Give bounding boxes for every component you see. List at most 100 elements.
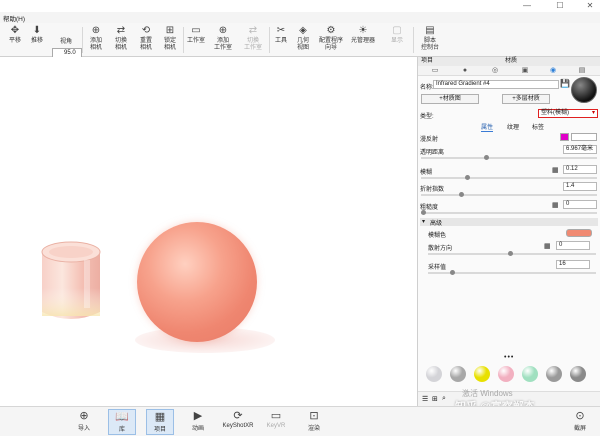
to-library-button[interactable]: +材质图 [421,94,479,104]
keyvr-button[interactable]: ▭ KeyVR [262,409,290,435]
material-ball[interactable] [546,366,562,382]
settings-tab-icon[interactable]: ◉ [546,67,560,75]
environment-tab-icon[interactable]: ◎ [488,67,502,75]
reset-camera-icon: ⟲ [141,25,151,36]
dolly-icon: ⬇ [32,25,42,36]
slider-knob[interactable] [484,155,489,160]
diffuse-texture-slot[interactable] [571,133,597,141]
tools-button[interactable]: ✂ 工具 [272,24,290,56]
material-type-select[interactable]: 塑料(模糊) ▾ [538,109,598,118]
studio-button[interactable]: ▭ 工作室 [185,24,207,56]
reset-camera-button[interactable]: ⟲ 重置 相机 [135,24,157,56]
add-camera-button[interactable]: ⊕ 添加 相机 [85,24,107,56]
ior-slider[interactable] [421,192,597,197]
light-manager-button[interactable]: ☀ 光管理器 [348,24,378,56]
tab-labels[interactable]: 标签 [532,122,544,131]
material-ball[interactable] [426,366,442,382]
slider-knob[interactable] [508,251,513,256]
close-button[interactable]: ✕ [580,0,600,12]
search-icon[interactable]: ⌕ [442,395,446,403]
slider-knob[interactable] [421,210,426,215]
switch-studio-button[interactable]: ⇄ 切换 工作室 [240,24,266,56]
keyshotxr-icon: ⟳ [233,410,243,422]
screenshot-button[interactable]: ⊙ 截屏 [566,409,594,435]
texture-checker-icon[interactable]: ▦ [544,242,551,250]
material-ball[interactable] [450,366,466,382]
move-button[interactable]: ✥ 平移 [5,24,25,56]
material-ball[interactable] [522,366,538,382]
render-viewport[interactable] [0,57,417,406]
configurator-icon: ⚙ [326,25,336,36]
slider-knob[interactable] [465,175,470,180]
image-tab-icon[interactable]: ▤ [575,67,589,75]
scatter-input[interactable]: 0 [556,241,590,250]
scene-tab-icon[interactable]: ▭ [428,67,442,75]
import-icon: ⊕ [79,410,89,422]
menu-help[interactable]: 帮助(H) [3,13,25,23]
samples-input[interactable]: 16 [556,260,590,269]
switch-camera-button[interactable]: ⇄ 切换 相机 [110,24,132,56]
camera-tab-icon[interactable]: ▣ [518,67,532,75]
tab-properties[interactable]: 属性 [481,122,494,132]
add-studio-icon: ⊕ [218,25,228,36]
material-ball[interactable] [474,366,490,382]
lock-camera-icon: ⊞ [165,25,175,36]
blur-label: 模糊 [420,170,433,176]
material-ball[interactable] [570,366,586,382]
multi-layer-button[interactable]: +多层材质 [502,94,550,104]
scatter-slider[interactable] [428,251,596,256]
slider-knob[interactable] [459,192,464,197]
samples-slider[interactable] [428,270,596,275]
switch-studio-icon: ⇄ [248,25,258,36]
dolly-button[interactable]: ⬇ 推移 [27,24,47,56]
texture-checker-icon[interactable]: ▦ [552,201,559,209]
list-icon[interactable]: ☰ [422,395,428,403]
maximize-button[interactable]: ☐ [550,0,570,12]
animation-button[interactable]: ▶ 动画 [184,409,212,435]
name-label: 名称: [420,85,434,91]
material-preview [571,77,597,103]
roughness-slider[interactable] [421,210,597,215]
blur-slider[interactable] [421,175,597,180]
panel-project-title: 项目 [421,58,434,64]
script-console-button[interactable]: ▤ 脚本 控制台 [418,24,442,56]
display-icon: ▢ [392,25,402,36]
keyshotxr-button[interactable]: ⟳ KeyShotXR [220,409,256,435]
diffuse-color-swatch[interactable] [560,133,569,141]
grid-icon[interactable]: ⊞ [432,395,438,403]
transmission-input[interactable]: 6.967毫米 [563,145,597,154]
render-button[interactable]: ⊡ 渲染 [300,409,328,435]
blur-input[interactable]: 0.12 [563,165,597,174]
blur-color-label: 模糊色 [428,233,447,239]
minimize-button[interactable]: — [517,0,537,12]
fov-icon: 视角 [59,39,72,45]
slider-knob[interactable] [450,270,455,275]
blur-color-swatch[interactable] [566,229,592,237]
title-bar: — ☐ ✕ [0,0,600,12]
add-studio-button[interactable]: ⊕ 添加 工作室 [210,24,236,56]
material-ball[interactable] [498,366,514,382]
glass-cylinder[interactable] [40,240,102,326]
ior-input[interactable]: 1.4 [563,182,597,191]
more-icon[interactable]: ••• [504,354,514,361]
library-button[interactable]: 📖 库 [108,409,136,435]
save-icon[interactable]: 💾 [560,79,570,88]
lock-camera-button[interactable]: ⊞ 锁定 相机 [159,24,181,56]
geometry-view-button[interactable]: ◈ 几何 视图 [293,24,313,56]
panel-tabs: ▭ ● ◎ ▣ ◉ ▤ [418,66,600,76]
material-name-input[interactable]: Infrared Gradient #4 [433,80,559,89]
studio-icon: ▭ [191,25,201,36]
project-button[interactable]: ▦ 项目 [146,409,174,435]
advanced-section-header[interactable]: ▾ 高级 [420,218,598,227]
transmission-slider[interactable] [421,155,597,160]
configurator-button[interactable]: ⚙ 配置程序 向导 [316,24,346,56]
material-sphere[interactable] [137,222,257,342]
material-tab-icon[interactable]: ● [458,67,472,75]
display-button[interactable]: ▢ 显示 [385,24,409,56]
move-icon: ✥ [10,25,20,36]
import-button[interactable]: ⊕ 导入 [70,409,98,435]
roughness-input[interactable]: 0 [563,200,597,209]
tab-textures[interactable]: 纹理 [507,122,519,131]
add-camera-icon: ⊕ [91,25,101,36]
texture-checker-icon[interactable]: ▦ [552,166,559,174]
